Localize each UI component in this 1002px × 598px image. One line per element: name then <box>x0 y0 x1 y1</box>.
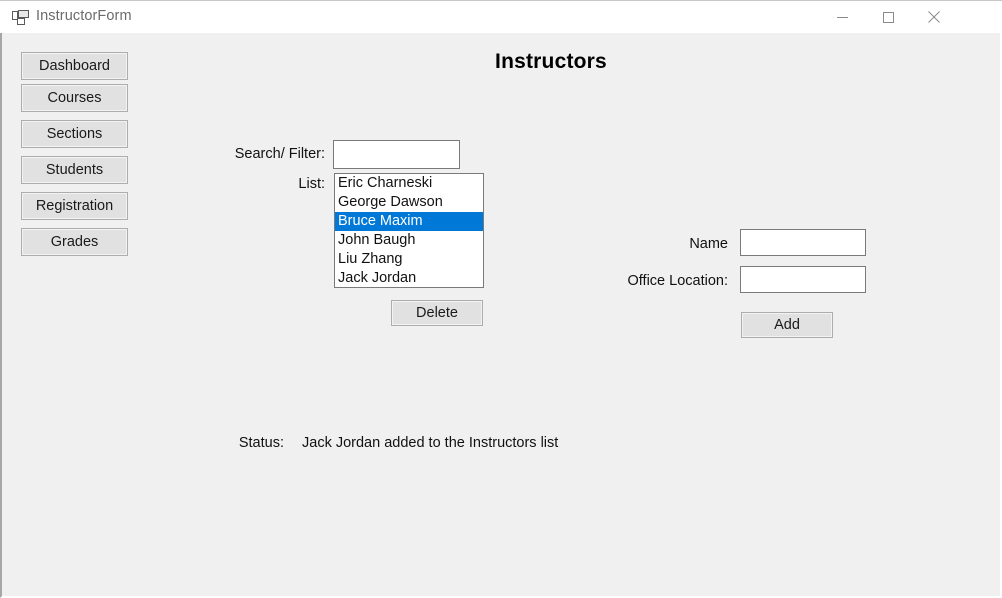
search-input[interactable] <box>333 140 460 169</box>
status-label: Status: <box>238 435 284 451</box>
sidebar-item-sections[interactable]: Sections <box>21 120 128 148</box>
sidebar-item-label: Grades <box>50 233 99 250</box>
maximize-icon[interactable] <box>865 1 911 33</box>
list-item[interactable]: Liu Zhang <box>335 250 483 269</box>
delete-button-label: Delete <box>416 304 458 321</box>
sidebar-item-label: Registration <box>35 197 114 214</box>
sidebar-item-label: Sections <box>46 125 103 142</box>
instructor-form-window: InstructorForm Dashboard Courses Section… <box>0 0 1002 598</box>
status-message: Jack Jordan added to the Instructors lis… <box>302 435 559 451</box>
sidebar-item-registration[interactable]: Registration <box>21 192 128 220</box>
list-item[interactable]: Eric Charneski <box>335 174 483 193</box>
name-input[interactable] <box>740 229 866 256</box>
sidebar-item-label: Courses <box>47 89 102 106</box>
search-filter-label: Search/ Filter: <box>234 146 325 162</box>
name-label: Name <box>689 236 728 252</box>
office-location-input[interactable] <box>740 266 866 293</box>
title-bar: InstructorForm <box>0 0 1002 33</box>
window-title: InstructorForm <box>36 8 132 24</box>
office-location-label: Office Location: <box>627 273 729 289</box>
list-label: List: <box>298 176 325 192</box>
list-item[interactable]: John Baugh <box>335 231 483 250</box>
list-item[interactable]: Jack Jordan <box>335 269 483 287</box>
list-item[interactable]: Bruce Maxim <box>335 212 483 231</box>
page-title: Instructors <box>2 50 1002 74</box>
add-button-label: Add <box>774 316 800 333</box>
instructors-listbox[interactable]: Eric Charneski George Dawson Bruce Maxim… <box>334 173 484 288</box>
sidebar-item-grades[interactable]: Grades <box>21 228 128 256</box>
sidebar-item-students[interactable]: Students <box>21 156 128 184</box>
minimize-icon[interactable] <box>819 1 865 33</box>
sidebar-item-label: Students <box>45 161 104 178</box>
windows-forms-icon <box>12 10 29 25</box>
close-icon[interactable] <box>911 1 957 33</box>
form-client-area: Dashboard Courses Sections Students Regi… <box>0 33 1002 598</box>
list-item[interactable]: George Dawson <box>335 193 483 212</box>
add-button[interactable]: Add <box>741 312 833 338</box>
sidebar-item-courses[interactable]: Courses <box>21 84 128 112</box>
delete-button[interactable]: Delete <box>391 300 483 326</box>
page-title-text: Instructors <box>495 50 607 73</box>
